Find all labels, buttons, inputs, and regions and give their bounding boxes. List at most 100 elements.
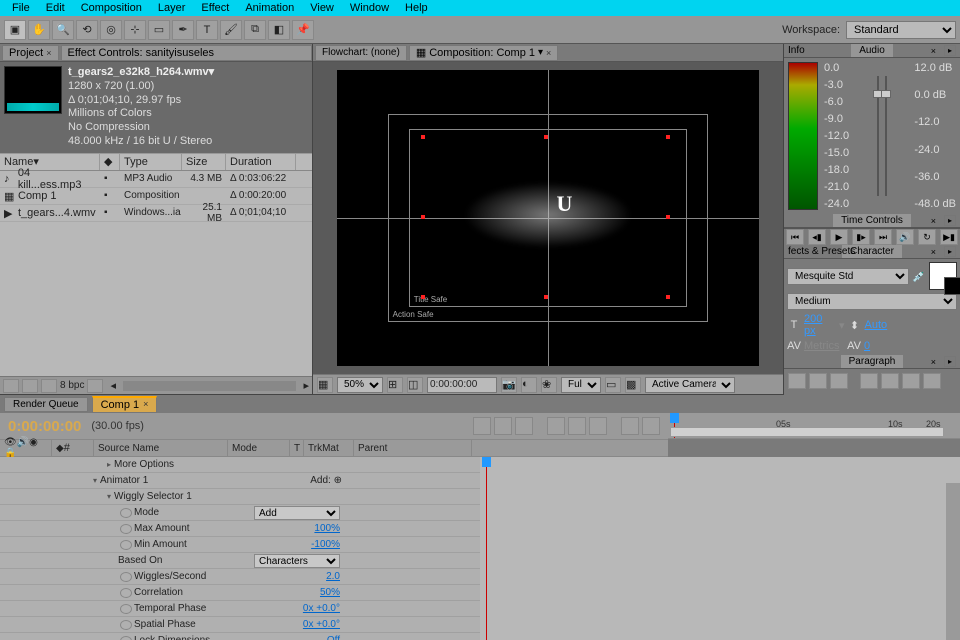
list-item[interactable]: ▶t_gears...4.wmv ▪Windows...ia 25.1 MBΔ … [0,205,312,222]
audio-tab[interactable]: Audio [851,44,893,57]
menu-help[interactable]: Help [397,1,436,15]
text-tool[interactable]: T [196,20,218,40]
camera-tool[interactable]: ◎ [100,20,122,40]
level-slider[interactable] [885,76,887,196]
pen-tool[interactable]: ✒ [172,20,194,40]
property-row[interactable]: ModeAdd [0,505,480,521]
grid-btn[interactable]: ▦ [317,377,333,393]
resolution-select[interactable]: Full [561,377,601,393]
close-icon[interactable]: × [546,48,551,58]
frame-blend-btn[interactable] [547,417,565,435]
paragraph-tab[interactable]: Paragraph [841,355,904,368]
work-area-bar[interactable] [670,427,944,437]
graph-editor-btn[interactable] [621,417,639,435]
menu-composition[interactable]: Composition [73,1,150,15]
anchor-tool[interactable]: ⊹ [124,20,146,40]
eyedropper-icon[interactable]: 💉 [912,270,926,283]
panel-menu-icon[interactable]: ▸ [944,246,956,257]
eraser-tool[interactable]: ◧ [268,20,290,40]
panel-menu-icon[interactable]: ▸ [944,215,956,226]
close-icon[interactable]: × [143,399,148,411]
menu-file[interactable]: File [4,1,38,15]
property-select[interactable]: Add [254,506,340,520]
menu-animation[interactable]: Animation [237,1,302,15]
motion-blur-btn[interactable] [568,417,586,435]
effects-presets-tab[interactable]: fects & Presets [788,246,855,257]
justify-center-btn[interactable] [881,373,899,389]
property-value[interactable]: 100% [314,523,340,534]
first-frame-btn[interactable]: ⏮ [786,229,804,245]
panel-menu-icon[interactable]: ▸ [944,356,956,367]
property-value[interactable]: -100% [311,539,340,550]
property-row[interactable]: ▸More Options [0,457,480,473]
comp-timeline-tab[interactable]: Comp 1× [92,396,158,413]
align-center-btn[interactable] [809,373,827,389]
auto-keyframe-btn[interactable] [642,417,660,435]
flowchart-tab[interactable]: Flowchart: (none) [315,45,407,61]
close-icon[interactable]: × [931,247,936,257]
menu-edit[interactable]: Edit [38,1,73,15]
list-item[interactable]: ▦Comp 1 ▪Composition Δ 0:00:20:00 [0,188,312,205]
property-value[interactable]: 50% [320,587,340,598]
col-type[interactable]: Type [120,154,182,170]
selection-tool[interactable]: ▣ [4,20,26,40]
interpret-btn[interactable] [3,379,19,393]
comp-btn[interactable] [473,417,491,435]
property-row[interactable]: Max Amount100% [0,521,480,537]
stopwatch-icon[interactable] [120,540,132,550]
level-slider[interactable] [877,76,879,196]
ram-preview-btn[interactable]: ▶▮ [940,229,958,245]
color-btn[interactable]: ❀ [541,377,557,393]
property-row[interactable]: Wiggles/Second2.0 [0,569,480,585]
property-select[interactable]: Characters [254,554,340,568]
bpc-label[interactable]: 8 bpc [60,380,84,391]
align-right-btn[interactable] [830,373,848,389]
render-queue-tab[interactable]: Render Queue [4,397,88,412]
next-frame-btn[interactable]: ▮▸ [852,229,870,245]
list-item[interactable]: ♪04 kill...ess.mp3 ▪MP3 Audio 4.3 MBΔ 0:… [0,171,312,188]
stopwatch-icon[interactable] [120,572,132,582]
project-scrollbar[interactable] [123,381,296,391]
new-folder-btn[interactable] [22,379,38,393]
add-animator-btn[interactable]: Add: ⊕ [310,475,342,486]
effect-controls-tab[interactable]: Effect Controls: sanityisuseles [61,45,312,61]
audio-btn[interactable]: 🔊 [896,229,914,245]
menu-layer[interactable]: Layer [150,1,194,15]
draft3d-btn[interactable] [494,417,512,435]
snapshot-btn[interactable]: 📷 [501,377,517,393]
timeline-ruler[interactable]: 05s 10s 20s [668,413,960,439]
property-value[interactable]: 2.0 [326,571,340,582]
property-value[interactable]: Off [327,635,340,640]
hand-tool[interactable]: ✋ [28,20,50,40]
camera-select[interactable]: Active Camera [645,377,735,393]
hide-shy-btn[interactable] [515,417,533,435]
loop-btn[interactable]: ↻ [918,229,936,245]
timeline-track-area[interactable] [480,457,960,640]
justify-all-btn[interactable] [923,373,941,389]
workspace-select[interactable]: Standard [846,21,956,39]
timecode-display[interactable]: 0:00:00:00 [427,377,497,393]
transparency-btn[interactable]: ▩ [625,377,641,393]
panel-menu-icon[interactable]: ▸ [944,45,956,56]
align-left-btn[interactable] [788,373,806,389]
property-row[interactable]: Temporal Phase0x +0.0° [0,601,480,617]
zoom-tool[interactable]: 🔍 [52,20,74,40]
composition-viewer[interactable]: Action Safe Title Safe U [337,70,759,366]
justify-left-btn[interactable] [860,373,878,389]
prev-frame-btn[interactable]: ◂▮ [808,229,826,245]
property-row[interactable]: Spatial Phase0x +0.0° [0,617,480,633]
tracking-input[interactable]: 0 [864,340,896,352]
menu-effect[interactable]: Effect [193,1,237,15]
timeline-scrollbar[interactable] [946,483,960,640]
playhead-line[interactable] [486,457,487,640]
channel-btn[interactable]: ◐ [521,377,537,393]
font-size-input[interactable]: 200 px [804,313,836,337]
kerning-select[interactable]: Metrics [804,340,844,352]
property-value[interactable]: 0x +0.0° [303,603,340,614]
rotate-tool[interactable]: ⟲ [76,20,98,40]
col-duration[interactable]: Duration [226,154,296,170]
property-row[interactable]: ▾Animator 1Add: ⊕ [0,473,480,489]
composition-tab[interactable]: ▦ Composition: Comp 1 ▾ × [409,45,558,61]
play-btn[interactable]: ▶ [830,229,848,245]
project-tab[interactable]: Project× [2,45,59,61]
